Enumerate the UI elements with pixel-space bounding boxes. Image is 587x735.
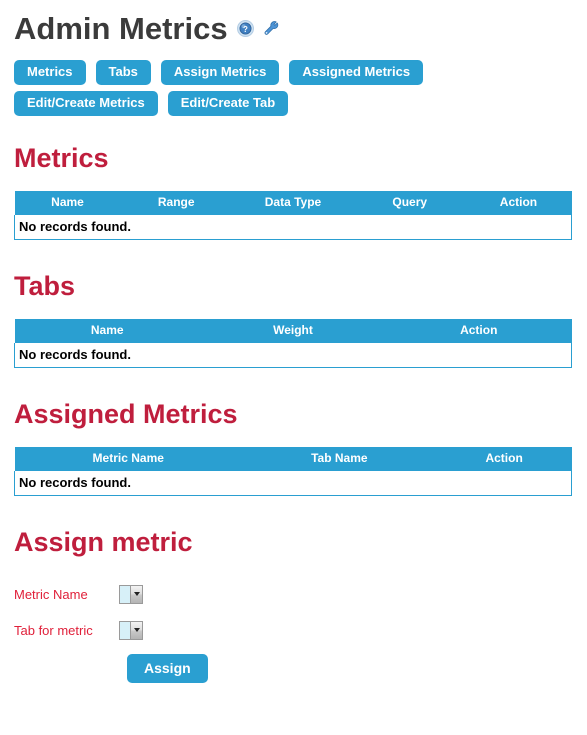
tab-for-metric-select[interactable] [119, 621, 143, 640]
section-heading-assigned-metrics: Assigned Metrics [14, 399, 238, 429]
column-header-range: Range [120, 191, 232, 215]
metric-name-select[interactable] [119, 585, 143, 604]
assign-button[interactable]: Assign [127, 654, 208, 683]
nav-button-edit-create-tab[interactable]: Edit/Create Tab [167, 91, 289, 116]
tabs-table: Name Weight Action No records found. [14, 319, 572, 368]
nav-button-assigned-metrics[interactable]: Assigned Metrics [289, 60, 424, 85]
metric-name-select-wrapper[interactable] [119, 585, 143, 604]
help-icon[interactable]: ? [236, 20, 254, 37]
metrics-table: Name Range Data Type Query Action No rec… [14, 191, 572, 240]
section-heading-metrics: Metrics [14, 143, 109, 173]
table-empty-row: No records found. [14, 215, 572, 240]
column-header-action: Action [465, 191, 572, 215]
form-submit-row: Assign [14, 654, 314, 683]
section-heading-tabs: Tabs [14, 271, 76, 301]
nav-button-metrics[interactable]: Metrics [14, 60, 86, 85]
empty-message: No records found. [14, 471, 572, 496]
page-header: Admin Metrics ? [14, 0, 573, 44]
column-header-weight: Weight [199, 319, 386, 343]
form-row-tab-for-metric: Tab for metric [14, 616, 314, 644]
table-empty-row: No records found. [14, 343, 572, 368]
section-heading-assign-metric: Assign metric [14, 527, 193, 557]
wrench-icon[interactable] [263, 20, 280, 37]
assign-metric-form: Metric Name Tab for metric Assign [14, 580, 314, 683]
column-header-action: Action [436, 447, 572, 471]
nav-button-tabs[interactable]: Tabs [95, 60, 151, 85]
form-row-metric-name: Metric Name [14, 580, 314, 608]
label-metric-name: Metric Name [14, 586, 88, 602]
table-header-row: Name Weight Action [14, 319, 572, 343]
column-header-metric-name: Metric Name [14, 447, 242, 471]
admin-metrics-page: Admin Metrics ? Metrics Tabs Assign Metr… [0, 0, 587, 735]
tab-for-metric-select-wrapper[interactable] [119, 621, 143, 640]
assigned-metrics-table: Metric Name Tab Name Action No records f… [14, 447, 572, 496]
label-tab-for-metric: Tab for metric [14, 622, 93, 638]
nav-button-edit-create-metrics[interactable]: Edit/Create Metrics [14, 91, 158, 116]
column-header-action: Action [386, 319, 572, 343]
empty-message: No records found. [14, 343, 572, 368]
empty-message: No records found. [14, 215, 572, 240]
column-header-tab-name: Tab Name [241, 447, 437, 471]
nav-button-group: Metrics Tabs Assign Metrics Assigned Met… [14, 60, 484, 116]
svg-text:?: ? [243, 25, 248, 34]
column-header-query: Query [354, 191, 466, 215]
table-empty-row: No records found. [14, 471, 572, 496]
column-header-data-type: Data Type [231, 191, 355, 215]
table-header-row: Metric Name Tab Name Action [14, 447, 572, 471]
column-header-name: Name [14, 191, 121, 215]
table-header-row: Name Range Data Type Query Action [14, 191, 572, 215]
page-title: Admin Metrics [14, 11, 228, 46]
column-header-name: Name [14, 319, 200, 343]
nav-button-assign-metrics[interactable]: Assign Metrics [160, 60, 280, 85]
